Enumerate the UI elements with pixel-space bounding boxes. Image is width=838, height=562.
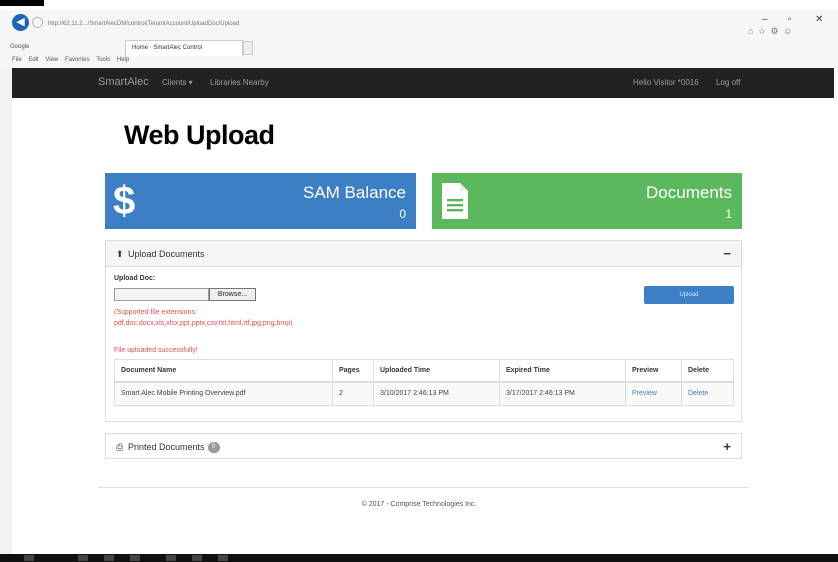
sam-balance-title: SAM Balance bbox=[303, 183, 406, 202]
taskbar-item[interactable] bbox=[192, 555, 202, 561]
sam-balance-tile: $ SAM Balance 0 bbox=[105, 173, 416, 229]
printed-documents-panel[interactable]: ⎙ Printed Documents 0 + bbox=[105, 433, 742, 459]
cell-pages: 2 bbox=[332, 381, 374, 406]
nav-clients[interactable]: Clients ▾ bbox=[162, 78, 193, 87]
os-taskbar bbox=[0, 554, 838, 562]
documents-value: 1 bbox=[725, 207, 732, 221]
user-greeting[interactable]: Hello Visitor *0016 bbox=[633, 78, 699, 87]
new-tab-button[interactable] bbox=[243, 41, 253, 55]
cell-expired-time: 3/17/2017 2:46:13 PM bbox=[499, 381, 626, 406]
footer-divider bbox=[98, 487, 748, 488]
menu-edit[interactable]: Edit bbox=[28, 57, 38, 63]
cell-uploaded-time: 3/10/2017 2:46:13 PM bbox=[373, 381, 500, 406]
taskbar-item[interactable] bbox=[78, 555, 88, 561]
documents-table: Document Name Pages Uploaded Time Expire… bbox=[114, 359, 734, 406]
table-row: Smart Alec Mobile Printing Overview.pdf … bbox=[114, 381, 734, 406]
printed-count-badge: 0 bbox=[207, 442, 220, 454]
taskbar-item[interactable] bbox=[104, 555, 114, 561]
upload-doc-label: Upload Doc: bbox=[114, 275, 156, 282]
supported-extensions-line2: pdf,doc,docx,xls,xlsx,ppt,pptx,csv,txt,h… bbox=[114, 320, 293, 327]
address-bar[interactable]: http://62.11.2.../SmartAlecDM/control/Te… bbox=[48, 17, 608, 31]
documents-tile: Documents 1 bbox=[432, 173, 742, 229]
col-pages: Pages bbox=[332, 359, 374, 383]
supported-extensions-line1: (Supported file extensions: bbox=[114, 309, 197, 316]
col-expired-time: Expired Time bbox=[499, 359, 626, 383]
col-document-name: Document Name bbox=[114, 359, 333, 383]
tab-home-smartalec[interactable]: Home · SmartAlec Control bbox=[125, 40, 243, 56]
printed-panel-title: Printed Documents bbox=[128, 442, 205, 452]
browser-toolbar-icons[interactable]: ⌂ ☆ ⚙ ☺ bbox=[748, 26, 793, 37]
close-button[interactable]: ✕ bbox=[815, 14, 823, 25]
tab-google[interactable]: Google bbox=[10, 44, 29, 50]
menu-tools[interactable]: Tools bbox=[96, 57, 110, 63]
menu-file[interactable]: File bbox=[12, 57, 22, 63]
nav-libraries-nearby[interactable]: Libraries Nearby bbox=[210, 78, 269, 87]
window-edge bbox=[0, 68, 12, 554]
table-header-row: Document Name Pages Uploaded Time Expire… bbox=[114, 359, 734, 383]
col-uploaded-time: Uploaded Time bbox=[373, 359, 500, 383]
screen: ◀ http://62.11.2.../SmartAlecDM/control/… bbox=[0, 0, 838, 562]
logoff-link[interactable]: Log off bbox=[716, 78, 740, 87]
browse-button[interactable]: Browse... bbox=[209, 288, 256, 301]
success-message: File uploaded successfully! bbox=[114, 347, 198, 354]
upload-icon: ⬆ bbox=[116, 249, 124, 259]
menu-favorites[interactable]: Favorites bbox=[65, 57, 90, 63]
page-title: Web Upload bbox=[124, 120, 275, 150]
cell-document-name: Smart Alec Mobile Printing Overview.pdf bbox=[114, 381, 333, 406]
file-path-input[interactable] bbox=[114, 288, 209, 301]
supported-extensions: (Supported file extensions: pdf,doc,docx… bbox=[114, 307, 292, 329]
dollar-icon: $ bbox=[113, 179, 136, 223]
browser-menubar: File Edit View Favorites Tools Help bbox=[12, 57, 134, 63]
expand-toggle[interactable]: + bbox=[723, 439, 731, 454]
menu-help[interactable]: Help bbox=[117, 57, 129, 63]
col-preview: Preview bbox=[625, 359, 682, 383]
footer-copyright: © 2017 - Comprise Technologies Inc. bbox=[361, 501, 477, 508]
sam-balance-value: 0 bbox=[399, 207, 406, 221]
delete-link[interactable]: Delete bbox=[681, 381, 734, 406]
col-delete: Delete bbox=[681, 359, 734, 383]
taskbar-item[interactable] bbox=[218, 555, 228, 561]
taskbar-item[interactable] bbox=[24, 555, 34, 561]
preview-link[interactable]: Preview bbox=[625, 381, 682, 406]
collapse-toggle[interactable]: − bbox=[723, 246, 731, 261]
capture-strip bbox=[0, 0, 838, 10]
document-icon bbox=[442, 183, 468, 219]
taskbar-item[interactable] bbox=[166, 555, 176, 561]
upload-panel-header[interactable]: ⬆ Upload Documents − bbox=[106, 241, 741, 267]
documents-title: Documents bbox=[646, 183, 732, 202]
taskbar-item[interactable] bbox=[130, 555, 140, 561]
app-navbar: SmartAlec Clients ▾ Libraries Nearby Hel… bbox=[12, 68, 834, 98]
menu-view[interactable]: View bbox=[45, 57, 58, 63]
back-button[interactable]: ◀ bbox=[12, 14, 29, 31]
forward-button[interactable] bbox=[32, 17, 43, 28]
brand-link[interactable]: SmartAlec bbox=[98, 76, 149, 88]
upload-documents-panel: ⬆ Upload Documents − Upload Doc: Browse.… bbox=[105, 240, 742, 422]
minimize-button[interactable]: – bbox=[762, 14, 768, 25]
restore-button[interactable]: ▫ bbox=[788, 14, 792, 25]
upload-panel-title: Upload Documents bbox=[128, 249, 205, 259]
upload-button[interactable]: Upload bbox=[644, 286, 734, 304]
printer-icon: ⎙ bbox=[116, 442, 124, 452]
